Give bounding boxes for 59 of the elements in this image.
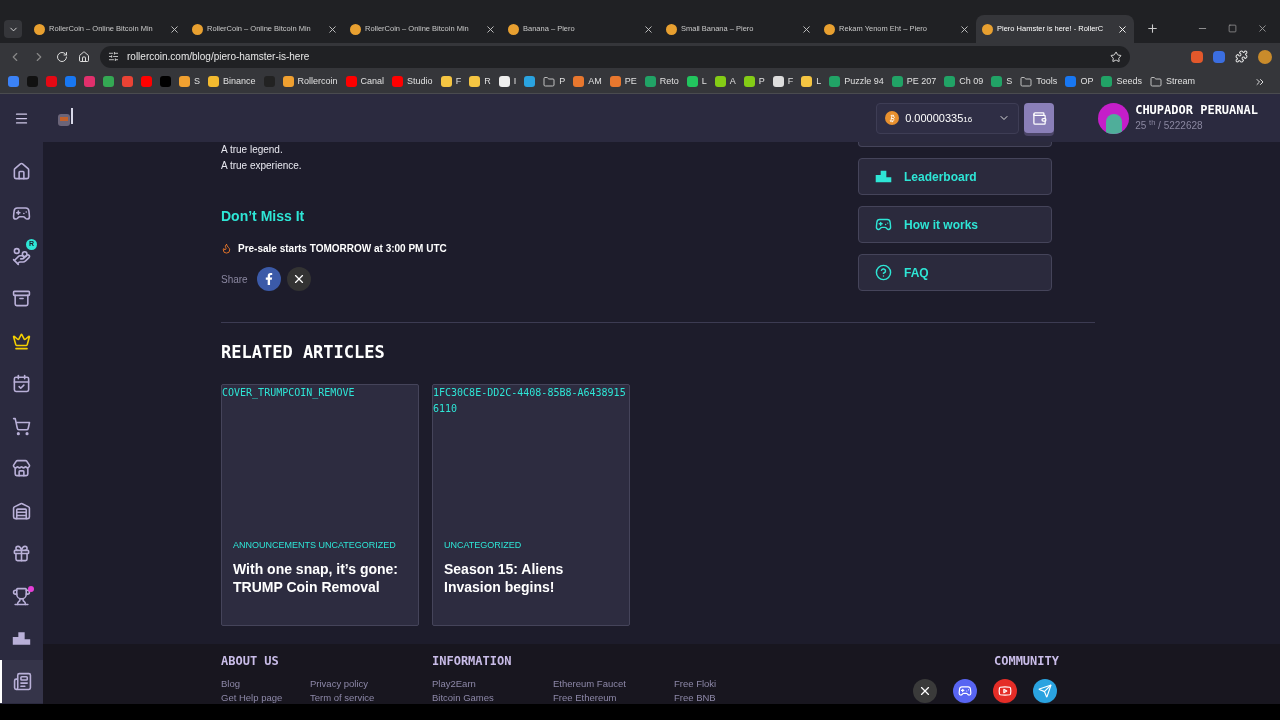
bookmark[interactable]: P <box>543 74 566 89</box>
footer-link[interactable]: Bitcoin Games <box>432 692 553 704</box>
article-card[interactable]: COVER_TRUMPCOIN_REMOVE ANNOUNCEMENTS UNCATEGORIZED With one snap, it’s gone: TRUMP Coin Removal <box>221 383 419 626</box>
bookmark[interactable]: PE <box>609 74 637 89</box>
side-link-button[interactable]: Leaderboard <box>858 158 1052 195</box>
article-categories: UNCATEGORIZED <box>443 538 523 552</box>
user-name: CHUPADOR PERUANAL <box>1135 103 1258 118</box>
article-title: With one snap, it’s gone: TRUMP Coin Removal <box>232 560 400 596</box>
bookmark[interactable]: P <box>743 74 765 89</box>
footer-link[interactable]: Free Floki <box>674 678 795 690</box>
bookmark[interactable]: Reto <box>644 74 679 89</box>
bookmark[interactable]: Studio <box>392 74 433 89</box>
footer-link[interactable]: Privacy policy <box>310 678 399 690</box>
bookmark[interactable]: I <box>498 74 517 89</box>
article-card[interactable]: 1FC30C8E-DD2C-4408-85B8-A64389156110 UNCATEGORIZED Season 15: Aliens Invasion begins! <box>432 383 630 626</box>
bookmark[interactable]: L <box>801 74 822 89</box>
footer-link[interactable]: Play2Earn <box>432 678 553 690</box>
bookmark[interactable]: Rollercoin <box>282 74 338 89</box>
side-link-button[interactable]: FAQ <box>858 254 1052 291</box>
footer-link[interactable]: Get Help page <box>221 692 310 704</box>
footer-heading: INFORMATION <box>432 653 513 670</box>
bookmark[interactable]: F <box>440 74 462 89</box>
image-alt-text: COVER_TRUMPCOIN_REMOVE <box>222 385 356 401</box>
related-articles-heading: RELATED ARTICLES <box>221 341 386 364</box>
article-title: Season 15: Aliens Invasion begins! <box>443 560 565 596</box>
footer-link[interactable]: Blog <box>221 678 310 690</box>
user-rank: 25 $^{th}$ / 5222628 <box>1135 118 1204 133</box>
footer-link[interactable]: Free Ethereum <box>553 692 674 704</box>
announcement-text: Pre-sale starts TOMORROW at 3:00 PM UTC <box>238 242 447 256</box>
bookmark[interactable]: Puzzle 94 <box>829 74 884 89</box>
footer-link[interactable]: Term of service <box>310 692 399 704</box>
bookmark[interactable]: L <box>686 74 707 89</box>
image-alt-text: 1FC30C8E-DD2C-4408-85B8-A64389156110 <box>433 385 627 416</box>
article-line: A true legend. <box>221 143 284 157</box>
bookmark[interactable]: Stream <box>1149 74 1195 89</box>
footer-link[interactable]: Ethereum Faucet <box>553 678 674 690</box>
bookmark[interactable]: S <box>179 74 200 89</box>
side-link-button[interactable]: How it works <box>858 206 1052 243</box>
bookmark[interactable]: Ch 09 <box>944 74 984 89</box>
share-label: Share <box>221 272 248 287</box>
section-heading: Don’t Miss It <box>221 207 306 226</box>
bookmark[interactable]: S <box>991 74 1013 89</box>
balance-dropdown[interactable]: 0.0000033516 <box>876 102 1020 134</box>
footer-link[interactable]: Free BNB <box>674 692 795 704</box>
bookmark[interactable]: A <box>714 74 736 89</box>
bookmark[interactable]: Tools <box>1020 74 1058 89</box>
footer-heading: ABOUT US <box>221 653 280 670</box>
article-categories: ANNOUNCEMENTS UNCATEGORIZED <box>232 538 397 552</box>
bookmark[interactable]: F <box>772 74 794 89</box>
article-line: A true experience. <box>221 159 303 173</box>
address-bar[interactable]: rollercoin.com/blog/piero-hamster-is-here <box>100 45 1130 68</box>
bookmark[interactable]: Canal <box>345 74 385 89</box>
bookmark[interactable]: R <box>469 74 491 89</box>
bookmark[interactable]: Binance <box>208 74 256 89</box>
bookmark[interactable]: AM <box>573 74 602 89</box>
bookmark[interactable]: PE 207 <box>891 74 937 89</box>
footer-heading: COMMUNITY <box>993 653 1059 670</box>
bookmark[interactable]: Seeds <box>1101 74 1142 89</box>
bookmark[interactable]: OP <box>1065 74 1094 89</box>
